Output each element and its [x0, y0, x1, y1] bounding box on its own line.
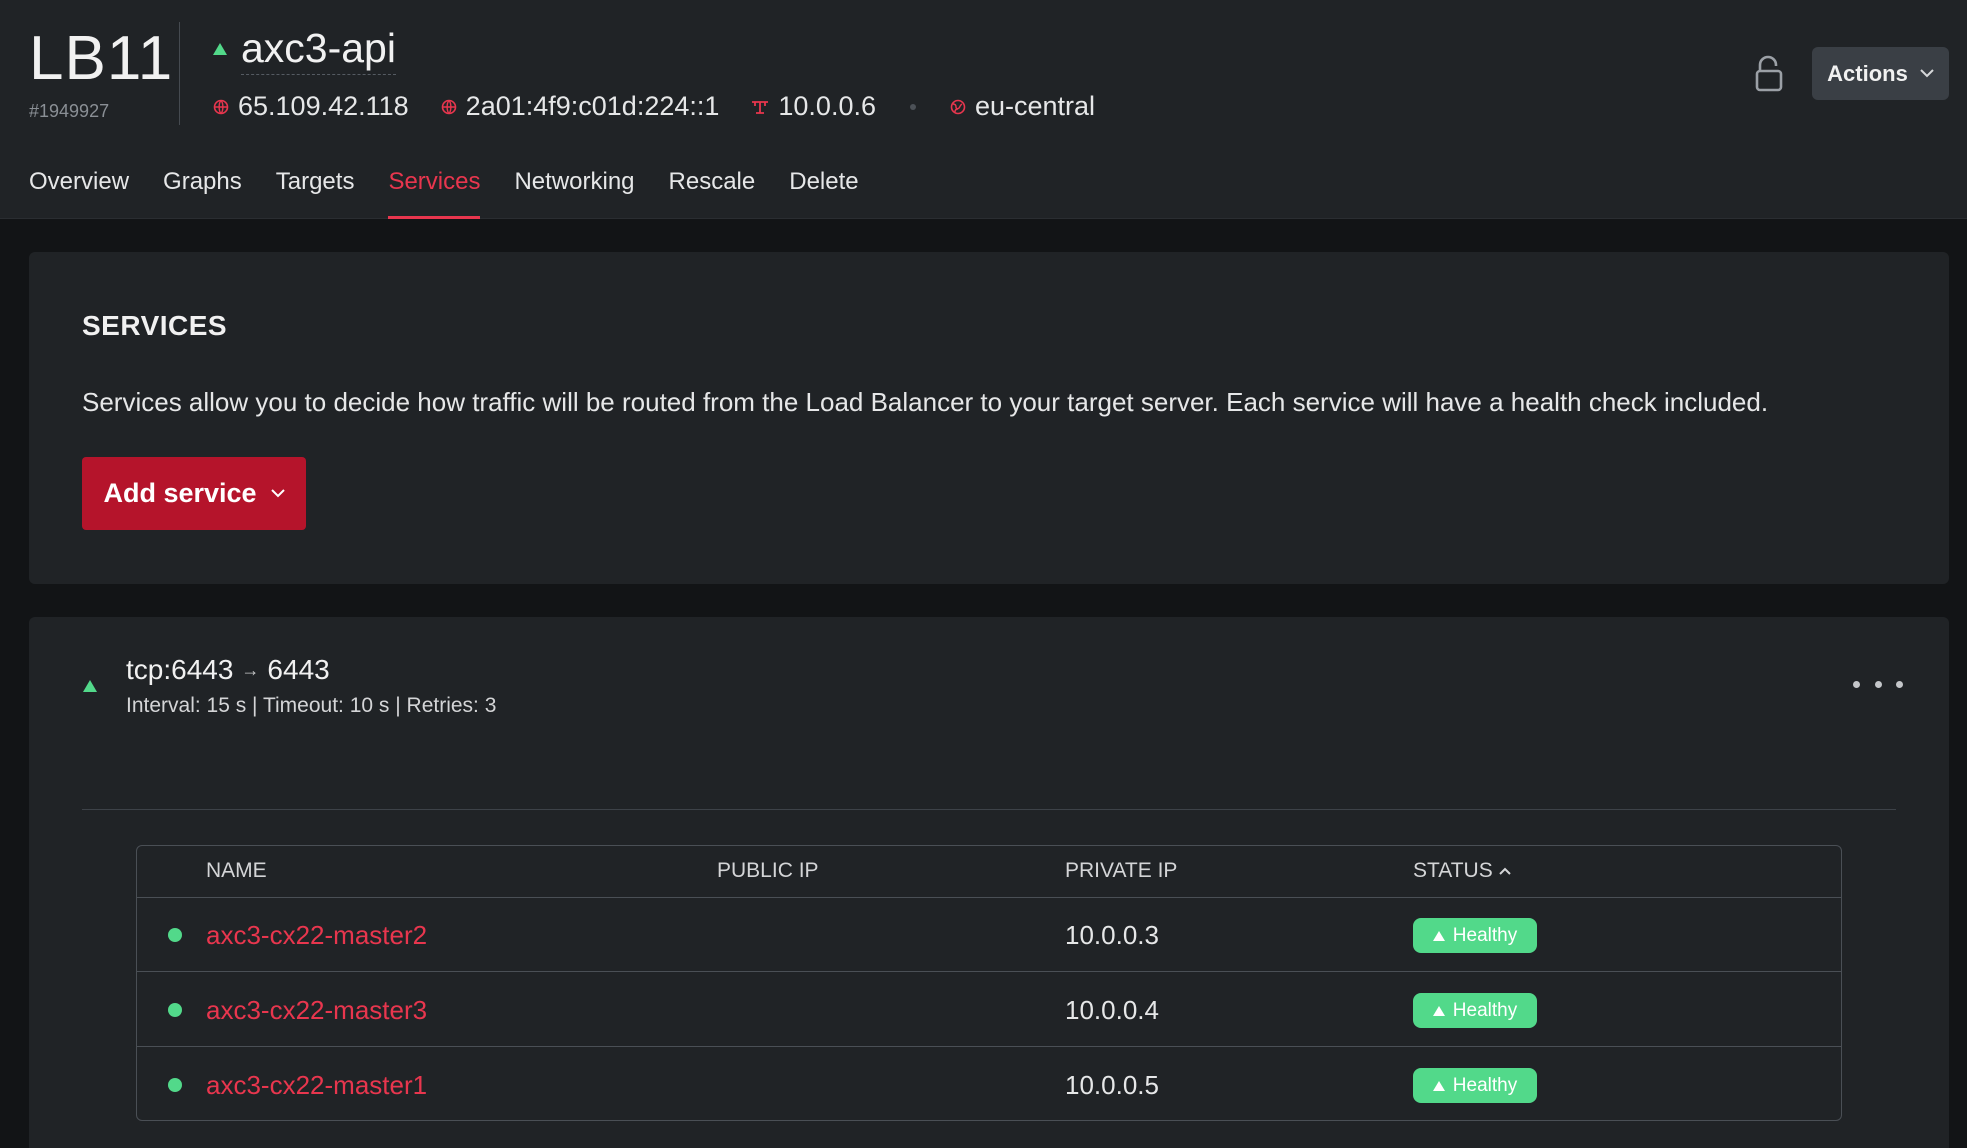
- tab-rescale[interactable]: Rescale: [669, 168, 756, 219]
- tab-bar: Overview Graphs Targets Services Network…: [29, 168, 893, 219]
- services-card: SERVICES Services allow you to decide ho…: [29, 252, 1949, 584]
- status-up-icon: [213, 42, 227, 55]
- service-destination: 6443: [267, 654, 330, 685]
- column-public-ip[interactable]: PUBLIC IP: [717, 859, 819, 883]
- service-status-icon: [83, 680, 97, 692]
- lb-name-row: axc3-api: [213, 22, 396, 75]
- column-name[interactable]: NAME: [206, 859, 267, 883]
- target-name-link[interactable]: axc3-cx22-master1: [206, 1070, 427, 1101]
- add-service-button[interactable]: Add service: [82, 457, 306, 530]
- lb-meta: 65.109.42.118 2a01:4f9:c01d:224::1 10.0.…: [213, 91, 1127, 122]
- location-item[interactable]: eu-central: [950, 91, 1095, 122]
- tab-overview[interactable]: Overview: [29, 168, 129, 219]
- arrow-right-icon: →: [241, 659, 260, 680]
- tab-graphs[interactable]: Graphs: [163, 168, 242, 219]
- target-private-ip: 10.0.0.4: [1065, 995, 1159, 1025]
- target-name-link[interactable]: axc3-cx22-master3: [206, 995, 427, 1026]
- column-status-label: STATUS: [1413, 859, 1493, 882]
- table-row: axc3-cx22-master1 10.0.0.5 Healthy: [137, 1048, 1841, 1120]
- status-badge: Healthy: [1413, 918, 1537, 953]
- status-label: Healthy: [1452, 924, 1518, 946]
- status-badge: Healthy: [1413, 993, 1537, 1028]
- status-label: Healthy: [1452, 999, 1518, 1021]
- private-ip-item[interactable]: 10.0.0.6: [751, 91, 876, 122]
- server-status-dot: [168, 1078, 182, 1092]
- service-listen: tcp:6443: [126, 654, 234, 685]
- tab-delete[interactable]: Delete: [789, 168, 858, 219]
- target-private-ip: 10.0.0.3: [1065, 920, 1159, 950]
- lb-type: LB11: [29, 24, 174, 93]
- ipv6-address: 2a01:4f9:c01d:224::1: [465, 91, 720, 121]
- healthy-icon: [1432, 1080, 1445, 1091]
- section-title: SERVICES: [82, 310, 228, 341]
- globe-icon: [213, 99, 229, 114]
- targets-table: NAME PUBLIC IP PRIVATE IP STATUS axc3-cx…: [136, 845, 1842, 1121]
- service-card: tcp:6443 → 6443 Interval: 15 s | Timeout…: [29, 617, 1949, 1148]
- page-header: LB11 #1949927 axc3-api 65.109.42.118 2a0…: [0, 0, 1967, 219]
- location-globe-icon: [950, 99, 966, 114]
- table-row: axc3-cx22-master3 10.0.0.4 Healthy: [137, 973, 1841, 1047]
- column-private-ip[interactable]: PRIVATE IP: [1065, 859, 1177, 883]
- chevron-down-icon: [1920, 69, 1934, 78]
- globe-icon: [441, 99, 456, 114]
- actions-label: Actions: [1827, 60, 1908, 86]
- network-icon: [752, 100, 769, 114]
- tab-targets[interactable]: Targets: [276, 168, 355, 219]
- server-status-dot: [168, 928, 182, 942]
- location: eu-central: [974, 91, 1096, 121]
- table-row: axc3-cx22-master2 10.0.0.3 Healthy: [137, 898, 1841, 972]
- private-ip: 10.0.0.6: [778, 91, 876, 121]
- table-header: NAME PUBLIC IP PRIVATE IP STATUS: [137, 846, 1841, 898]
- actions-button[interactable]: Actions: [1812, 47, 1949, 100]
- service-title: tcp:6443 → 6443: [126, 654, 330, 686]
- more-options-icon[interactable]: [1853, 672, 1903, 696]
- lock-icon[interactable]: [1754, 55, 1784, 92]
- target-private-ip: 10.0.0.5: [1065, 1070, 1159, 1100]
- target-name-link[interactable]: axc3-cx22-master2: [206, 920, 427, 951]
- lb-id: #1949927: [29, 101, 110, 121]
- status-badge: Healthy: [1413, 1068, 1537, 1103]
- status-label: Healthy: [1452, 1074, 1518, 1096]
- lb-name[interactable]: axc3-api: [241, 22, 396, 75]
- header-divider: [179, 22, 180, 125]
- separator-dot: [909, 103, 916, 110]
- section-description: Services allow you to decide how traffic…: [82, 387, 1769, 417]
- chevron-down-icon: [270, 489, 285, 498]
- tab-services[interactable]: Services: [388, 168, 481, 219]
- ipv4-address: 65.109.42.118: [238, 91, 409, 121]
- add-service-label: Add service: [103, 478, 257, 508]
- healthy-icon: [1432, 1005, 1445, 1016]
- ipv6-item[interactable]: 2a01:4f9:c01d:224::1: [441, 91, 720, 122]
- divider: [82, 809, 1896, 810]
- ipv4-item[interactable]: 65.109.42.118: [213, 91, 409, 122]
- healthy-icon: [1432, 930, 1445, 941]
- column-status[interactable]: STATUS: [1413, 859, 1511, 883]
- tab-networking[interactable]: Networking: [514, 168, 634, 219]
- health-check-meta: Interval: 15 s | Timeout: 10 s | Retries…: [126, 694, 497, 717]
- sort-ascending-icon: [1499, 867, 1511, 875]
- server-status-dot: [168, 1003, 182, 1017]
